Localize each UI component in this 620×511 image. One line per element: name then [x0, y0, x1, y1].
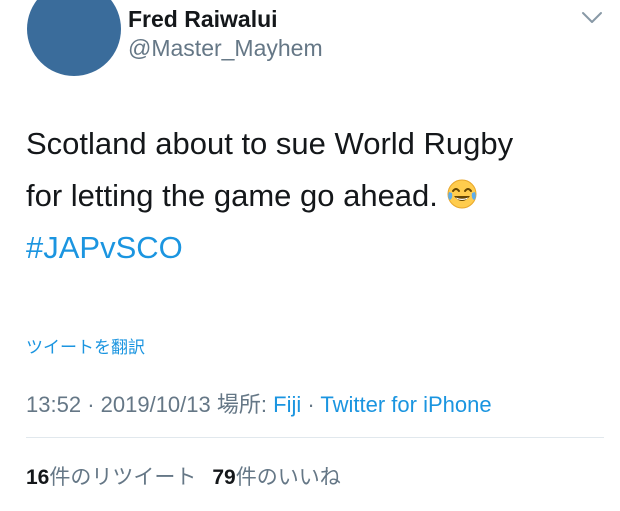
source-app-link[interactable]: Twitter for iPhone: [320, 392, 491, 417]
translate-tweet-link[interactable]: ツイートを翻訳: [26, 333, 145, 358]
divider: [26, 437, 604, 438]
tweet-detail: Fred Raiwalui @Master_Mayhem Scotland ab…: [0, 0, 620, 511]
meta-separator: ·: [87, 392, 95, 417]
engagement-stats: 16件のリツイート 79件のいいね: [26, 461, 341, 491]
tweet-text-line-2-content: for letting the game go ahead.: [26, 178, 438, 213]
retweets-stat[interactable]: 16件のリツイート: [26, 466, 196, 489]
likes-stat[interactable]: 79件のいいね: [212, 466, 340, 489]
tweet-text: Scotland about to sue World Rugby for le…: [26, 118, 606, 274]
tweet-time[interactable]: 13:52: [26, 392, 81, 417]
retweets-count: 16: [26, 466, 50, 489]
likes-label: 件のいいね: [235, 466, 341, 489]
retweets-label: 件のリツイート: [49, 466, 197, 489]
user-handle[interactable]: @Master_Mayhem: [128, 35, 323, 62]
hashtag-link[interactable]: #JAPvSCO: [26, 222, 606, 274]
user-display-name[interactable]: Fred Raiwalui: [128, 6, 278, 33]
face-with-tears-of-joy-icon: [447, 179, 477, 209]
tweet-metadata: 13:52 · 2019/10/13 場所: Fiji · Twitter fo…: [26, 387, 492, 419]
chevron-down-icon[interactable]: [580, 10, 604, 26]
likes-count: 79: [212, 466, 236, 489]
avatar[interactable]: [27, 0, 121, 76]
tweet-text-line-1: Scotland about to sue World Rugby: [26, 126, 514, 161]
place-label: 場所:: [216, 392, 267, 417]
meta-separator-2: ·: [307, 392, 315, 417]
place-link[interactable]: Fiji: [273, 392, 301, 417]
tweet-text-line-2: for letting the game go ahead.: [26, 170, 606, 222]
tweet-date[interactable]: 2019/10/13: [101, 392, 211, 417]
